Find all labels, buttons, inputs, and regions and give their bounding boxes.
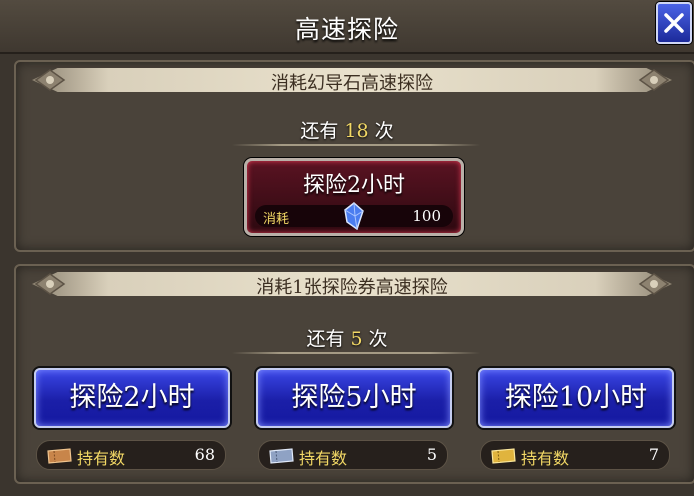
owned-count: 5 (426, 445, 437, 464)
ticket-button-label: 探险2小时 (69, 382, 195, 413)
gold-ticket-owned: 持有数 7 (480, 440, 670, 470)
close-x-icon (664, 13, 684, 33)
crystal-section-banner: 消耗幻导石高速探险 (32, 64, 672, 96)
ticket-banner-text: 消耗1张探险券高速探险 (256, 277, 448, 298)
divider (232, 352, 480, 354)
crystal-remaining-text: 还有 18 次 (300, 120, 394, 142)
header-bar: 高速探险 (0, 0, 694, 54)
ticket-section-banner: 消耗1张探险券高速探险 (32, 268, 672, 300)
cost-label: 消耗 (263, 212, 290, 227)
ticket-remaining-count: 5 (350, 328, 363, 350)
gold-ticket-icon (491, 448, 516, 464)
close-button[interactable] (656, 2, 692, 44)
ticket-remaining-text: 还有 5 次 (306, 328, 388, 350)
silver-ticket-owned: 持有数 5 (258, 440, 448, 470)
bronze-ticket-owned: 持有数 68 (36, 440, 226, 470)
owned-label: 持有数 (299, 449, 348, 468)
ticket-expedition-5h-button[interactable]: 探险5小时 (256, 368, 452, 428)
blue-crystal-icon (344, 202, 364, 230)
crystal-button-label: 探险2小时 (303, 173, 405, 198)
crystal-remaining-count: 18 (344, 120, 369, 142)
crystal-banner-text: 消耗幻导石高速探险 (271, 73, 433, 94)
page-title: 高速探险 (294, 15, 399, 44)
crystal-expedition-2h-button[interactable]: 探险2小时 消耗 100 (244, 158, 464, 236)
bronze-ticket-icon (47, 448, 72, 464)
ticket-button-label: 探险5小时 (291, 382, 417, 413)
ticket-expedition-10h-button[interactable]: 探险10小时 (478, 368, 674, 428)
divider (232, 144, 480, 146)
owned-count: 7 (648, 445, 659, 464)
cost-bar: 消耗 100 (255, 202, 453, 230)
silver-ticket-icon (269, 448, 294, 464)
owned-label: 持有数 (77, 449, 126, 468)
owned-count: 68 (194, 445, 215, 464)
cost-value: 100 (412, 207, 441, 225)
owned-label: 持有数 (521, 449, 570, 468)
ticket-expedition-2h-button[interactable]: 探险2小时 (34, 368, 230, 428)
ticket-button-label: 探险10小时 (504, 382, 648, 413)
